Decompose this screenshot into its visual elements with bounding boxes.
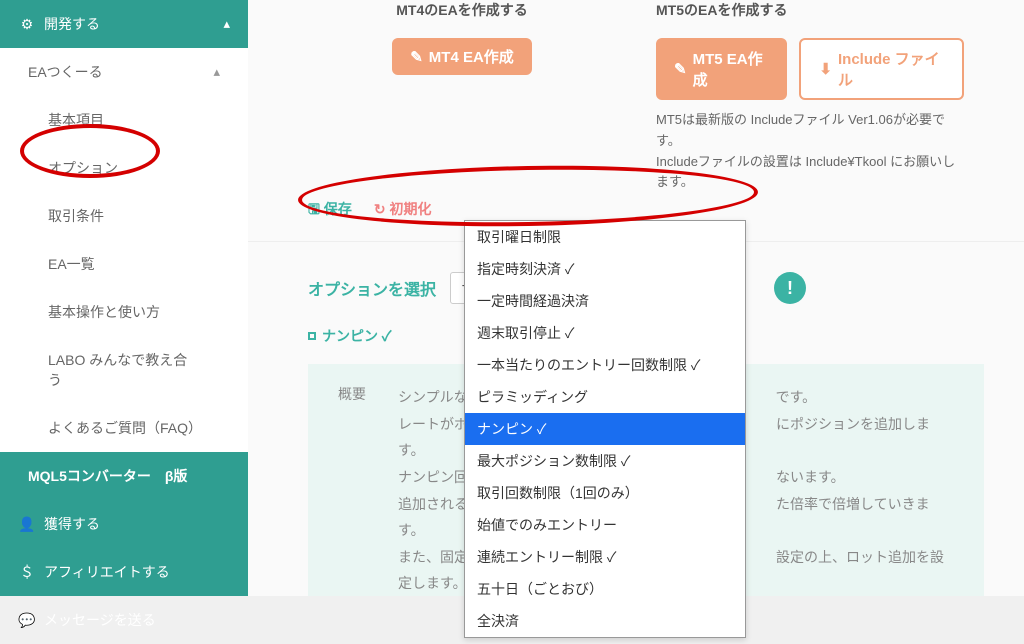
dropdown-item[interactable]: ナンピン ✓: [465, 413, 745, 445]
edit-icon: ✎: [674, 60, 687, 78]
sidebar-item-label: 取引条件: [48, 206, 104, 226]
reset-icon: ↻: [374, 201, 386, 217]
sidebar-converter-label: MQL5コンバーター β版: [28, 466, 187, 486]
chevron-up-icon: ▴: [223, 16, 230, 32]
include-file-button[interactable]: ⬇ Include ファイル: [799, 38, 964, 100]
mt5-create-button[interactable]: ✎ MT5 EA作成: [656, 38, 787, 100]
warning-badge[interactable]: !: [774, 272, 806, 304]
dropdown-item[interactable]: 指定時刻決済 ✓: [465, 253, 745, 285]
sidebar-develop-label: 開発する: [44, 16, 100, 32]
checkbox-icon: [308, 332, 316, 340]
option-label: オプションを選択: [308, 276, 436, 300]
money-icon: ＄: [18, 562, 36, 582]
sidebar-acquire[interactable]: 👤 獲得する: [0, 500, 248, 548]
sidebar-item-basic[interactable]: 基本項目: [0, 96, 248, 144]
mt5-note2: Includeファイルの設置は Include¥Tkool にお願いします。: [656, 152, 964, 194]
sidebar-eatool[interactable]: EAつくーる ▴: [0, 48, 248, 96]
sidebar-message-label: メッセージを送る: [44, 612, 156, 628]
mt5-create-label: MT5 EA作成: [693, 48, 770, 90]
download-icon: ⬇: [819, 60, 832, 78]
dropdown-item[interactable]: ピラミッディング: [465, 381, 745, 413]
reset-button[interactable]: ↻ 初期化: [374, 199, 432, 223]
sidebar-converter[interactable]: MQL5コンバーター β版: [0, 452, 248, 500]
chevron-up-icon: ▴: [213, 64, 220, 80]
dropdown-item[interactable]: 始値でのみエントリー: [465, 509, 745, 541]
save-label: 保存: [324, 201, 352, 217]
mt5-title: MT5のEAを作成する: [656, 0, 964, 20]
save-icon: 🖫: [308, 201, 320, 217]
gear-icon: ⚙: [18, 16, 36, 33]
include-file-label: Include ファイル: [838, 48, 944, 90]
sidebar-message[interactable]: 💬 メッセージを送る: [0, 596, 248, 644]
sidebar-item-label: 基本項目: [48, 110, 104, 130]
sidebar-affiliate[interactable]: ＄ アフィリエイトする: [0, 548, 248, 596]
dropdown-item[interactable]: 取引曜日制限: [465, 221, 745, 253]
dropdown-item[interactable]: 全決済: [465, 605, 745, 637]
mt4-title: MT4のEAを作成する: [308, 0, 616, 20]
sidebar-acquire-label: 獲得する: [44, 516, 100, 532]
dropdown-item[interactable]: 取引回数制限（1回のみ）: [465, 477, 745, 509]
sidebar-item-label: EA一覧: [48, 254, 95, 274]
sidebar-item-option[interactable]: オプション: [0, 144, 248, 192]
sidebar-item-howto[interactable]: 基本操作と使い方: [0, 288, 248, 336]
sidebar-eatool-label: EAつくーる: [28, 62, 103, 82]
sidebar-develop[interactable]: ⚙ 開発する ▴: [0, 0, 248, 48]
mt5-note1: MT5は最新版の Includeファイル Ver1.06が必要です。: [656, 110, 964, 152]
dropdown-item[interactable]: 一本当たりのエントリー回数制限 ✓: [465, 349, 745, 381]
mt4-card: MT4のEAを作成する ✎ MT4 EA作成: [308, 0, 616, 193]
sidebar-item-label: オプション: [48, 158, 118, 178]
section-title: ナンピン ✓: [322, 326, 391, 346]
save-button[interactable]: 🖫 保存: [308, 199, 352, 223]
sidebar-item-conditions[interactable]: 取引条件: [0, 192, 248, 240]
mt4-create-label: MT4 EA作成: [429, 46, 514, 67]
detail-label: 概要: [338, 384, 378, 596]
sidebar-item-ealist[interactable]: EA一覧: [0, 240, 248, 288]
sidebar-item-label: 基本操作と使い方: [48, 302, 160, 322]
mt5-card: MT5のEAを作成する ✎ MT5 EA作成 ⬇ Include ファイル MT…: [656, 0, 964, 193]
user-plus-icon: 👤: [18, 516, 36, 533]
dropdown-item[interactable]: 最大ポジション数制限 ✓: [465, 445, 745, 477]
sidebar-item-label: LABO みんなで教え合う: [48, 350, 200, 390]
sidebar-affiliate-label: アフィリエイトする: [44, 564, 170, 580]
sidebar-item-label: よくあるご質問（FAQ）: [48, 418, 200, 438]
option-dropdown: 取引曜日制限指定時刻決済 ✓一定時間経過決済週末取引停止 ✓一本当たりのエントリ…: [464, 220, 746, 638]
dropdown-item[interactable]: 五十日（ごとおび）: [465, 573, 745, 605]
dropdown-item[interactable]: 週末取引停止 ✓: [465, 317, 745, 349]
sidebar-item-labo[interactable]: LABO みんなで教え合う: [0, 336, 248, 404]
edit-icon: ✎: [410, 48, 423, 66]
mt4-create-button[interactable]: ✎ MT4 EA作成: [392, 38, 532, 75]
reset-label: 初期化: [389, 201, 431, 217]
message-icon: 💬: [18, 612, 36, 629]
dropdown-item[interactable]: 一定時間経過決済: [465, 285, 745, 317]
dropdown-item[interactable]: 連続エントリー制限 ✓: [465, 541, 745, 573]
sidebar-item-faq[interactable]: よくあるご質問（FAQ）: [0, 404, 248, 452]
sidebar: ⚙ 開発する ▴ EAつくーる ▴ 基本項目 オプション 取引条件 EA一覧 基本…: [0, 0, 248, 596]
